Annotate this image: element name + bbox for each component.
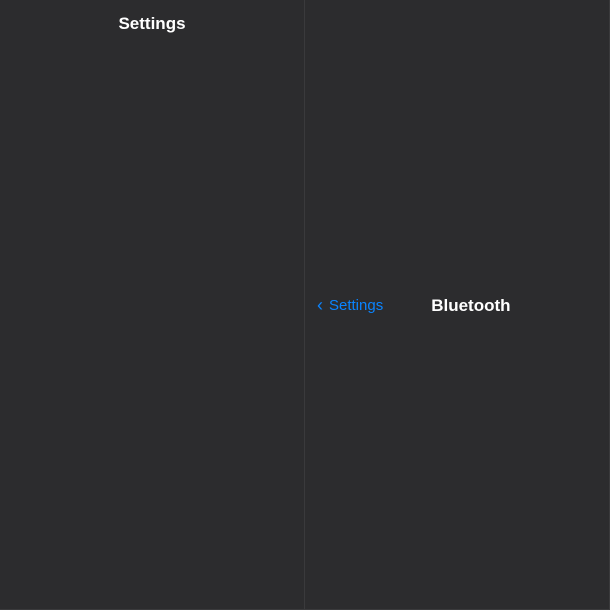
right-title: Bluetooth xyxy=(419,1,597,610)
right-header: ‹ Settings Bluetooth xyxy=(305,0,610,610)
back-button[interactable]: Settings xyxy=(329,297,383,314)
left-title: Settings xyxy=(118,14,185,33)
left-panel: Settings FM1 Apple ID. ICloud. Media And… xyxy=(0,0,305,610)
right-panel: ‹ Settings Bluetooth Bluetooth Now Visib… xyxy=(305,0,610,610)
left-header: Settings xyxy=(0,0,305,610)
back-chevron-icon: ‹ xyxy=(317,295,323,316)
